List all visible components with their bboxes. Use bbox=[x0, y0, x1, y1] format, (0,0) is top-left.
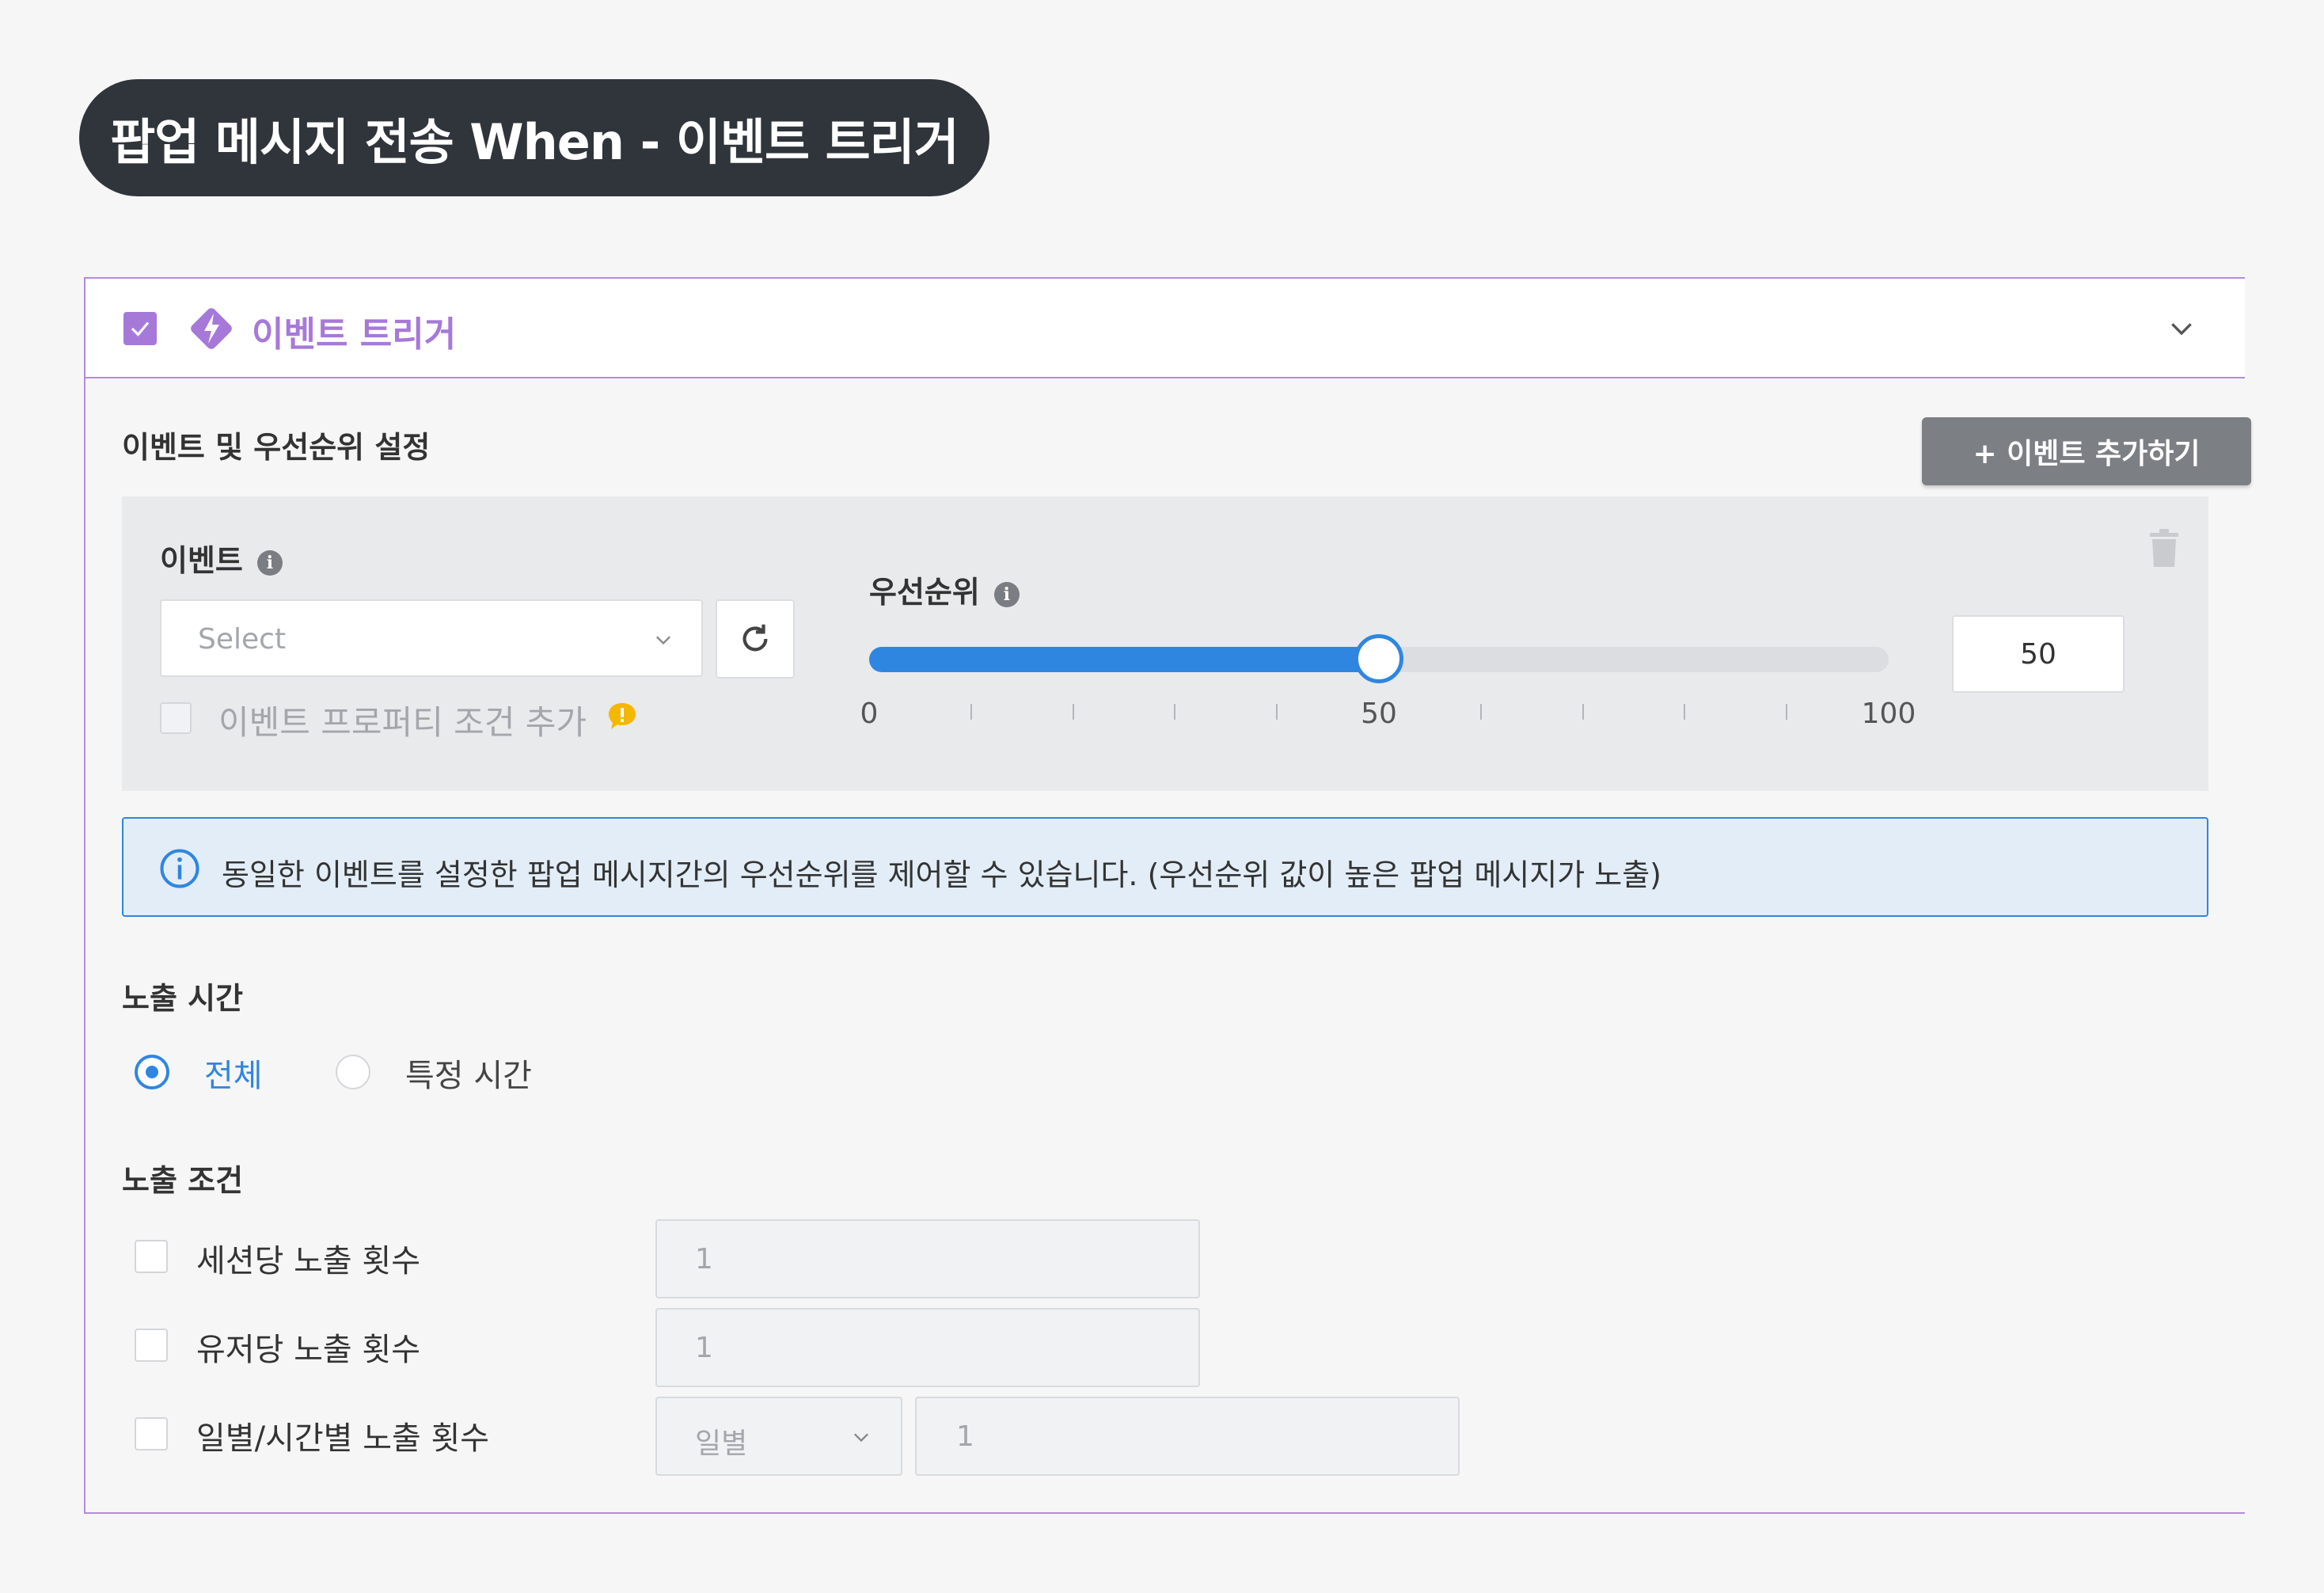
chevron-down-icon bbox=[854, 1433, 868, 1443]
exposure-time-title: 노출 시간 bbox=[122, 981, 244, 1016]
checkmark-icon bbox=[131, 321, 150, 336]
event-select[interactable]: Select bbox=[160, 599, 703, 677]
event-label: 이벤트 bbox=[160, 543, 243, 578]
refresh-button[interactable] bbox=[716, 599, 795, 679]
session-count-label: 세션당 노출 횟수 bbox=[196, 1243, 421, 1279]
info-icon[interactable]: i bbox=[993, 581, 1020, 607]
chevron-down-icon[interactable] bbox=[2166, 314, 2197, 345]
session-count-input[interactable]: 1 bbox=[655, 1219, 1200, 1298]
session-count-checkbox[interactable] bbox=[135, 1240, 168, 1273]
priority-label: 우선순위 bbox=[869, 575, 980, 610]
priority-notice: 동일한 이벤트를 설정한 팝업 메시지간의 우선순위를 제어할 수 있습니다. … bbox=[122, 817, 2208, 917]
daily-hourly-count-value: 1 bbox=[956, 1420, 974, 1453]
radio-all[interactable] bbox=[135, 1055, 169, 1089]
daily-hourly-count-label: 일별/시간별 노출 횟수 bbox=[196, 1420, 490, 1457]
user-count-label: 유저당 노출 횟수 bbox=[196, 1332, 421, 1368]
user-count-input[interactable]: 1 bbox=[655, 1308, 1200, 1387]
radio-specific-time[interactable] bbox=[336, 1055, 370, 1089]
panel-header[interactable]: 이벤트 트리거 bbox=[85, 279, 2245, 378]
exposure-conditions-title: 노출 조건 bbox=[122, 1163, 244, 1198]
event-select-placeholder: Select bbox=[198, 623, 287, 656]
slider-tick bbox=[1174, 704, 1176, 720]
add-event-button[interactable]: + 이벤트 추가하기 bbox=[1922, 417, 2251, 485]
daily-hourly-count-checkbox[interactable] bbox=[135, 1417, 168, 1450]
warning-bubble-icon[interactable] bbox=[606, 701, 638, 732]
trash-icon[interactable] bbox=[2148, 528, 2180, 568]
slider-tick bbox=[970, 704, 972, 720]
slider-tick-label: 100 bbox=[1861, 698, 1916, 730]
session-count-value: 1 bbox=[695, 1243, 713, 1276]
chevron-down-icon bbox=[656, 636, 670, 645]
slider-tick bbox=[1786, 704, 1788, 720]
period-select[interactable]: 일별 bbox=[655, 1397, 902, 1476]
priority-label-group: 우선순위 i bbox=[869, 568, 1020, 611]
refresh-icon bbox=[742, 624, 768, 652]
radio-all-label[interactable]: 전체 bbox=[204, 1050, 263, 1096]
priority-slider-fill bbox=[869, 647, 1379, 672]
priority-input[interactable]: 50 bbox=[1952, 615, 2125, 693]
slider-tick bbox=[1479, 704, 1482, 720]
event-label-group: 이벤트 i bbox=[160, 536, 283, 580]
events-section-title: 이벤트 및 우선순위 설정 bbox=[122, 430, 431, 465]
page-title: 팝업 메시지 전송 When - 이벤트 트리거 bbox=[79, 79, 989, 196]
priority-slider-handle[interactable] bbox=[1354, 634, 1403, 683]
event-trigger-panel: 이벤트 트리거 이벤트 및 우선순위 설정 + 이벤트 추가하기 이벤트 i Se… bbox=[84, 277, 2251, 1514]
period-select-value: 일별 bbox=[695, 1428, 748, 1460]
slider-tick bbox=[1276, 704, 1278, 720]
user-count-value: 1 bbox=[695, 1332, 713, 1364]
slider-tick bbox=[1684, 704, 1686, 720]
radio-specific-time-label[interactable]: 특정 시간 bbox=[405, 1050, 532, 1096]
panel-enable-checkbox[interactable] bbox=[123, 312, 157, 345]
slider-tick bbox=[1582, 704, 1584, 720]
notice-text: 동일한 이벤트를 설정한 팝업 메시지간의 우선순위를 제어할 수 있습니다. … bbox=[222, 857, 1662, 892]
info-circle-icon bbox=[160, 849, 199, 888]
lightning-icon bbox=[191, 308, 232, 349]
slider-tick-label: 50 bbox=[1361, 698, 1397, 730]
info-icon[interactable]: i bbox=[256, 549, 283, 576]
user-count-checkbox[interactable] bbox=[135, 1329, 168, 1362]
property-condition-label: 이벤트 프로퍼티 조건 추가 bbox=[218, 703, 587, 742]
event-row: 이벤트 i Select 이벤트 프로퍼티 조건 추가 우선순위 i 0 50 … bbox=[122, 496, 2208, 791]
daily-hourly-count-input[interactable]: 1 bbox=[915, 1397, 1460, 1476]
slider-tick-label: 0 bbox=[860, 698, 879, 730]
slider-tick bbox=[1072, 704, 1074, 720]
property-condition-checkbox[interactable] bbox=[160, 702, 192, 734]
panel-title: 이벤트 트리거 bbox=[252, 314, 457, 355]
